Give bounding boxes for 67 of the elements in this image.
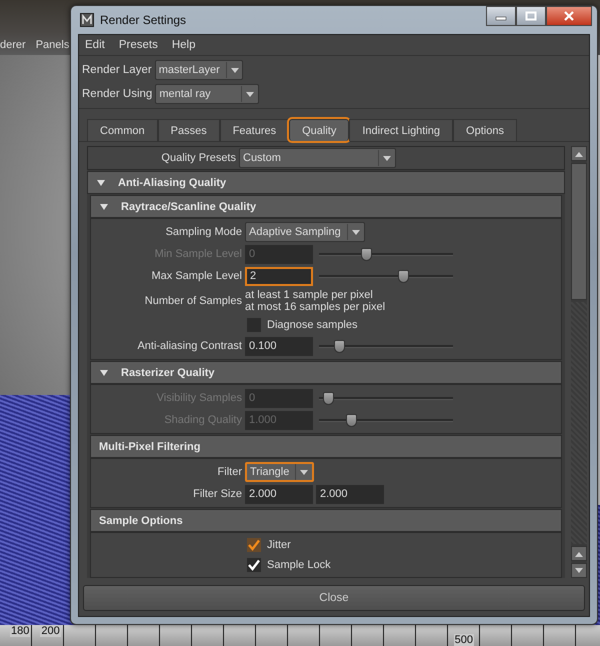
section-header[interactable]: Multi-Pixel Filtering	[90, 435, 562, 458]
checkbox-label: Diagnose samples	[267, 319, 358, 331]
quality-presets-dropdown[interactable]: Custom	[239, 148, 396, 168]
up-arrow-icon	[575, 550, 583, 556]
field-label: Render Layer	[82, 64, 152, 76]
field-label: Quality Presets	[160, 152, 236, 164]
section-header[interactable]: Rasterizer Quality	[90, 361, 562, 384]
window-title: Render Settings	[100, 13, 186, 27]
menu-item[interactable]: Edit	[85, 39, 105, 51]
input-field[interactable]: 2.000	[316, 484, 384, 504]
close-button[interactable]: Close	[83, 585, 585, 611]
section-header[interactable]: Anti-Aliasing Quality	[87, 171, 565, 194]
section-header[interactable]: Sample Options	[90, 509, 562, 532]
field-label: Filter	[216, 466, 242, 478]
scrollbar-thumb[interactable]	[571, 163, 587, 300]
field-label: Render Using	[82, 88, 152, 100]
timeline-bar[interactable]: 180 200 500	[0, 625, 600, 646]
info-text: at most 16 samples per pixel	[245, 301, 386, 313]
dropdown[interactable]: Adaptive Sampling	[245, 222, 365, 242]
maximize-icon	[525, 11, 537, 21]
checkbox-label: Sample Lock	[267, 559, 331, 571]
slider-thumb[interactable]	[398, 270, 409, 282]
menu-item[interactable]: derer	[0, 39, 26, 51]
field-label: Filter Size	[192, 488, 242, 500]
field-label: Number of Samples	[144, 295, 242, 307]
tab[interactable]: Options	[453, 119, 517, 141]
field-label: Sampling Mode	[164, 226, 242, 238]
minimize-button[interactable]	[486, 6, 516, 26]
maximize-button[interactable]	[516, 6, 546, 26]
info-text: at least 1 sample per pixel	[245, 289, 374, 301]
close-icon	[563, 11, 575, 21]
menu-item[interactable]: Help	[172, 39, 196, 51]
field-label: Anti-aliasing Contrast	[136, 340, 242, 352]
field-label: Max Sample Level	[150, 270, 242, 282]
app-icon	[80, 13, 94, 27]
timeline-label: 200	[40, 625, 61, 637]
menu-item[interactable]: Presets	[118, 39, 158, 51]
scroll-up-button[interactable]	[571, 146, 587, 161]
render-layer-dropdown[interactable]: masterLayer	[154, 60, 243, 80]
tab[interactable]: Common	[87, 119, 158, 141]
close-button[interactable]	[546, 6, 592, 26]
tab[interactable]: Quality	[289, 119, 350, 141]
timeline-label: 180	[10, 625, 30, 637]
dropdown[interactable]: Triangle	[245, 462, 314, 482]
checkbox[interactable]	[247, 318, 261, 332]
up-arrow-icon	[575, 150, 583, 156]
checkbox-label: Jitter	[267, 539, 291, 551]
input-field[interactable]: 0.100	[245, 336, 313, 356]
tab[interactable]: Passes	[158, 119, 220, 141]
input-field[interactable]: 2.000	[245, 484, 313, 504]
checkbox[interactable]	[247, 538, 261, 552]
tab[interactable]: Features	[220, 119, 290, 141]
section-header[interactable]: Raytrace/Scanline Quality	[90, 195, 562, 218]
renderer-dropdown[interactable]: mental ray	[155, 84, 260, 104]
slider-thumb[interactable]	[334, 340, 345, 352]
triangle-icon	[96, 178, 106, 188]
down-arrow-icon	[575, 568, 583, 574]
triangle-icon	[99, 202, 109, 212]
menu-item[interactable]: Panels	[36, 39, 70, 51]
input-field[interactable]: 2	[245, 266, 313, 286]
triangle-icon	[99, 368, 109, 378]
scroll-up-button[interactable]	[571, 546, 587, 561]
tab[interactable]: Indirect Lighting	[349, 119, 454, 141]
timeline-label: 500	[454, 634, 474, 646]
caret-icon	[226, 62, 242, 78]
scrollbar[interactable]	[571, 146, 587, 578]
scroll-down-button[interactable]	[571, 563, 587, 578]
